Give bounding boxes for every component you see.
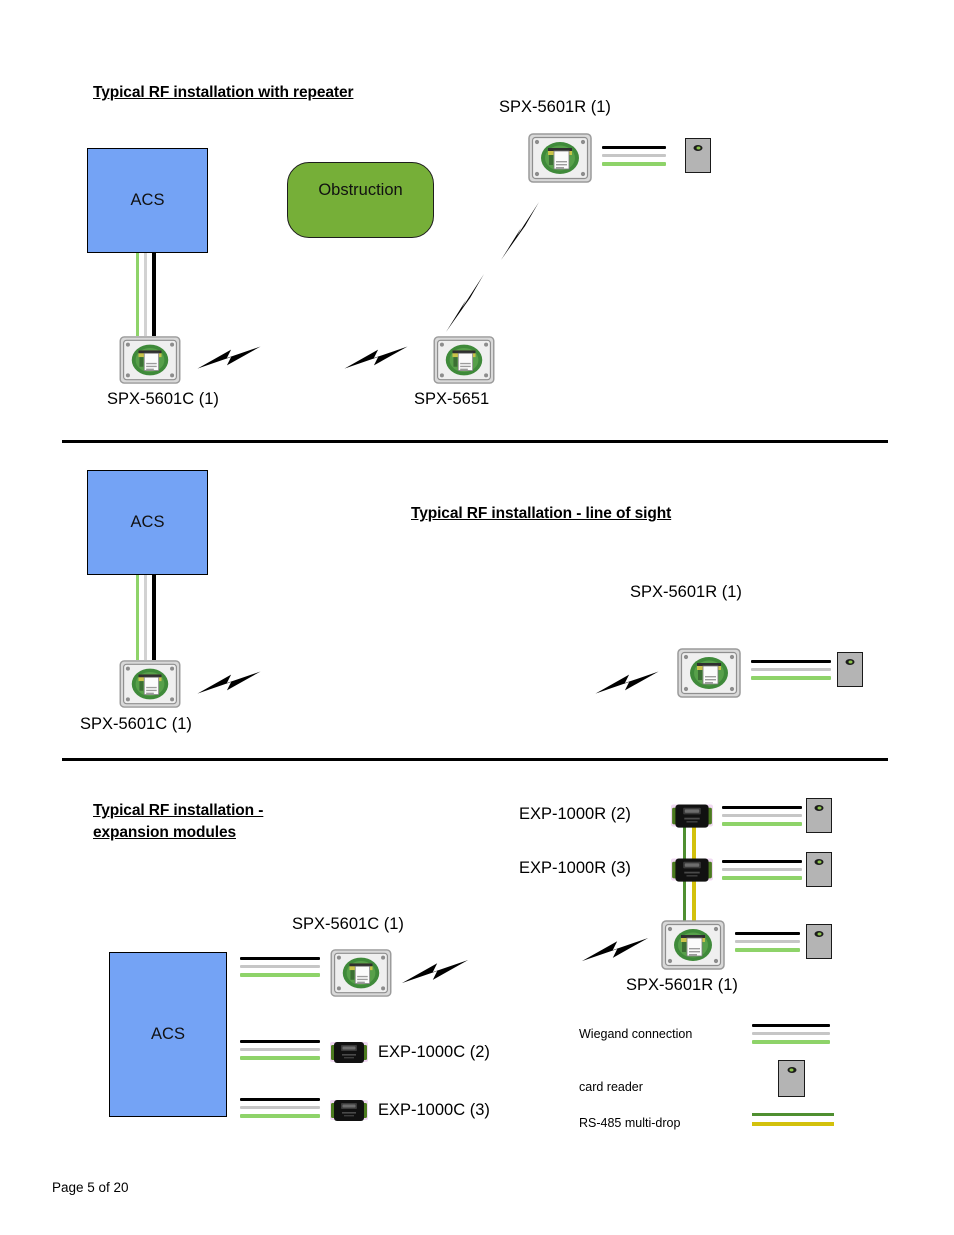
- label-spx-5651: SPX-5651: [414, 390, 490, 408]
- wiegand-cable-repeater-reader: [602, 146, 666, 166]
- label-spx-5601r-los: SPX-5601R (1): [630, 583, 742, 601]
- section-repeater: Typical RF installation with repeater AC…: [0, 0, 954, 445]
- rf-signal-bolt-los-right: [592, 662, 662, 702]
- spx-5601c-icon: [119, 336, 181, 384]
- spx-5601c-icon-expansion: [330, 949, 392, 997]
- acs-box-los: ACS: [87, 470, 208, 575]
- wiegand-cable-vertical-los: [136, 575, 156, 660]
- page-footer: Page 5 of 20: [52, 1180, 129, 1195]
- legend-label-wiegand: Wiegand connection: [579, 1027, 693, 1041]
- legend-symbol-wiegand-cable: [752, 1024, 830, 1044]
- rf-signal-bolt-expansion-in: [578, 928, 652, 970]
- rf-signal-bolt-c-out: [194, 337, 264, 377]
- wiegand-cable-expr2-reader: [722, 806, 802, 826]
- wiegand-cable-acs-expc3: [240, 1098, 320, 1118]
- label-spx-5601r-expansion: SPX-5601R (1): [626, 976, 738, 994]
- spx-5601r-icon-expansion: [661, 920, 725, 970]
- spx-5601r-icon: [528, 133, 592, 183]
- reader-led-icon: [814, 930, 824, 937]
- label-spx-5601r-repeater: SPX-5601R (1): [499, 98, 611, 116]
- rf-signal-bolt-los-left: [194, 662, 264, 702]
- card-reader-repeater: [685, 138, 711, 173]
- section-title-repeater: Typical RF installation with repeater: [93, 84, 354, 101]
- reader-led-icon: [814, 858, 824, 865]
- section-expansion-modules: Typical RF installation - expansion modu…: [0, 765, 954, 1165]
- label-exp-1000c-3: EXP-1000C (3): [378, 1101, 490, 1119]
- section-divider-1: [62, 440, 888, 444]
- rf-signal-bolt-lower: [442, 270, 490, 338]
- label-exp-1000r-3: EXP-1000R (3): [519, 859, 631, 877]
- exp-1000r-2-icon: [671, 801, 713, 830]
- section-title-expansion: Typical RF installation - expansion modu…: [93, 802, 264, 841]
- spx-5651-icon: [433, 336, 495, 384]
- acs-label: ACS: [130, 513, 165, 531]
- legend-symbol-card-reader: [778, 1060, 805, 1097]
- label-exp-1000c-2: EXP-1000C (2): [378, 1043, 490, 1061]
- card-reader-los: [837, 652, 863, 687]
- legend-symbol-rs485-cable: [752, 1113, 834, 1126]
- acs-box-repeater: ACS: [87, 148, 208, 253]
- spx-5601r-icon-los: [677, 648, 741, 698]
- wiegand-cable-spxr-reader: [735, 932, 800, 952]
- legend-label-rs485: RS-485 multi-drop: [579, 1116, 681, 1130]
- legend-label-card-reader: card reader: [579, 1080, 643, 1094]
- section-title-line-of-sight: Typical RF installation - line of sight: [411, 505, 672, 522]
- exp-1000r-3-icon: [671, 855, 713, 884]
- rf-signal-bolt-5651-in: [341, 337, 411, 377]
- card-reader-expr2: [806, 798, 832, 833]
- reader-led-icon: [814, 804, 824, 811]
- rf-signal-bolt-upper: [497, 198, 545, 266]
- wiegand-cable-acs-expc2: [240, 1040, 320, 1060]
- label-exp-1000r-2: EXP-1000R (2): [519, 805, 631, 823]
- reader-led-icon: [693, 144, 703, 151]
- obstruction-label: Obstruction: [318, 181, 403, 199]
- wiegand-cable-los-reader: [751, 660, 831, 680]
- section-divider-2: [62, 758, 888, 762]
- acs-label: ACS: [151, 1025, 185, 1043]
- reader-led-icon: [787, 1067, 796, 1074]
- wiegand-cable-vertical: [136, 253, 156, 336]
- wiegand-cable-acs-spx: [240, 957, 320, 977]
- diagram-page: Typical RF installation with repeater AC…: [0, 0, 954, 1235]
- obstruction-shape: Obstruction: [287, 162, 434, 238]
- exp-1000c-2-icon: [330, 1039, 368, 1065]
- card-reader-expr3: [806, 852, 832, 887]
- wiegand-cable-expr3-reader: [722, 860, 802, 880]
- label-spx-5601c-repeater: SPX-5601C (1): [107, 390, 219, 408]
- acs-label: ACS: [130, 191, 165, 209]
- acs-box-expansion: ACS: [109, 952, 227, 1117]
- rf-signal-bolt-expansion-out: [398, 950, 472, 992]
- reader-led-icon: [845, 658, 855, 665]
- label-spx-5601c-los: SPX-5601C (1): [80, 715, 192, 733]
- spx-5601c-icon-los: [119, 660, 181, 708]
- card-reader-spxr: [806, 924, 832, 959]
- label-spx-5601c-expansion: SPX-5601C (1): [292, 915, 404, 933]
- section-line-of-sight: ACS Typical RF installation - line of si…: [0, 445, 954, 765]
- exp-1000c-3-icon: [330, 1097, 368, 1123]
